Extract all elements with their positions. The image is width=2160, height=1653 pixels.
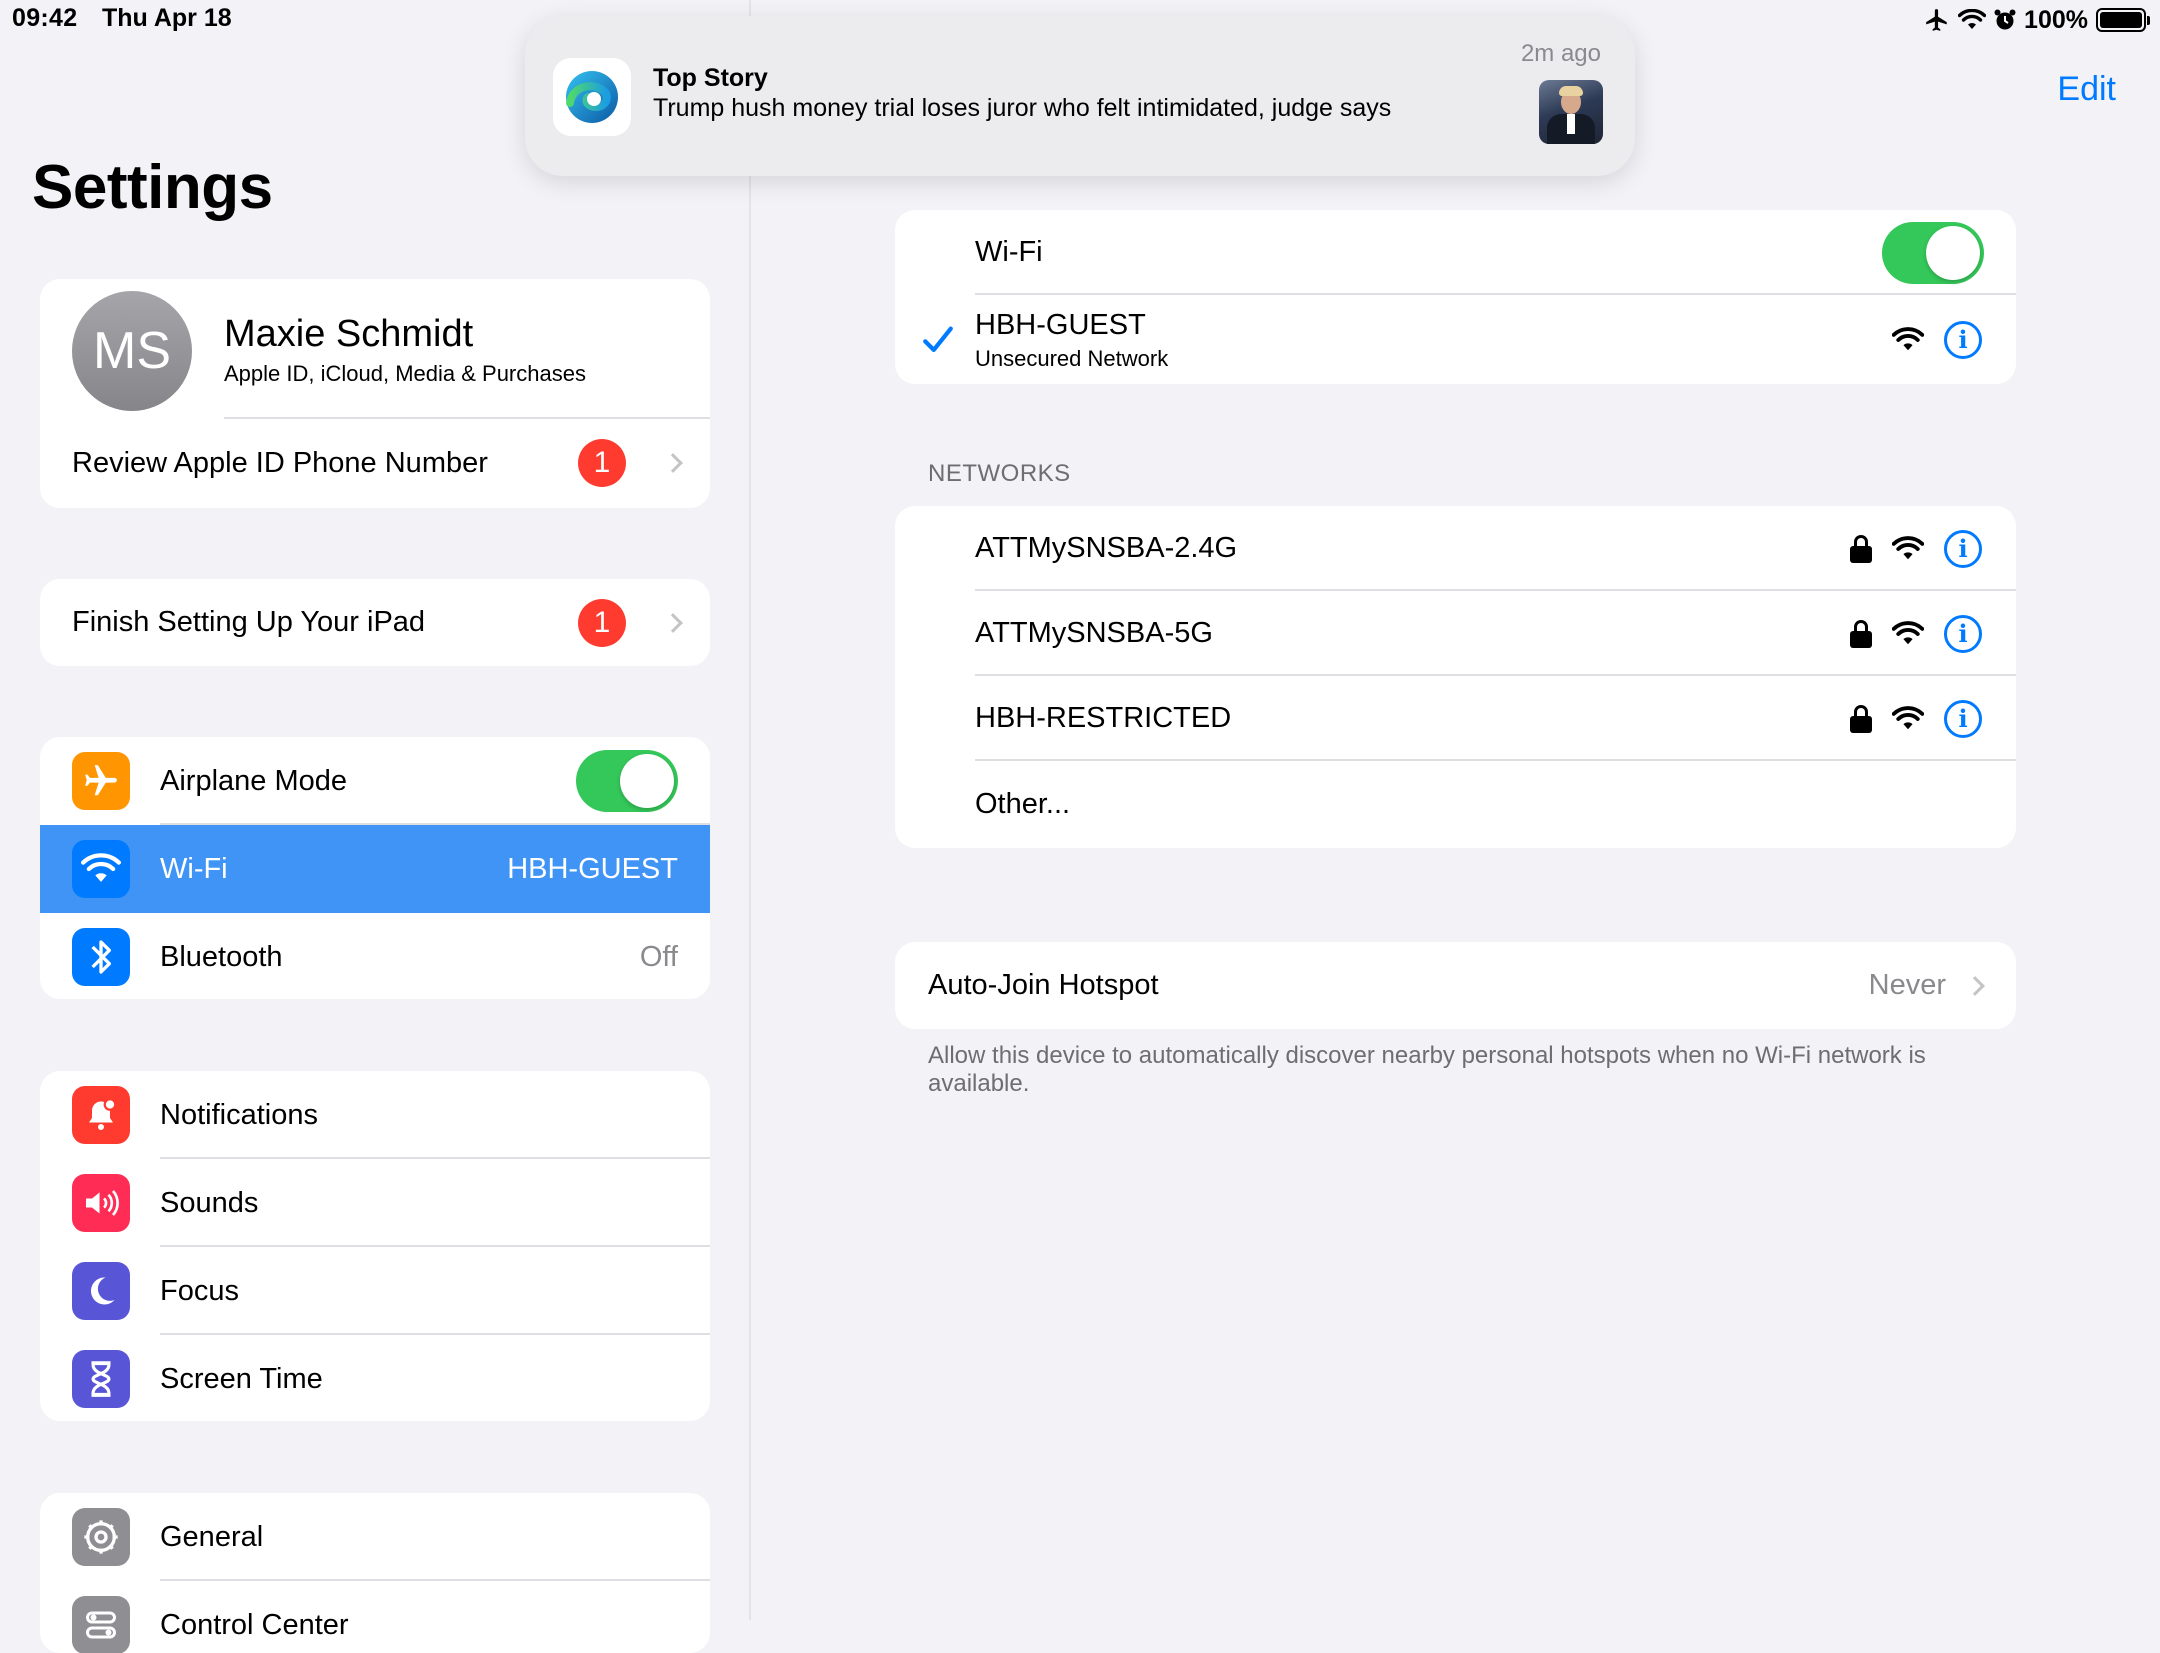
sidebar-item-label: Wi-Fi <box>160 852 228 885</box>
wifi-signal-icon <box>1892 326 1924 350</box>
lock-icon <box>1850 619 1872 648</box>
connected-network-name: HBH-GUEST <box>975 309 1146 341</box>
profile-group: MS Maxie Schmidt Apple ID, iCloud, Media… <box>40 279 710 508</box>
info-icon[interactable]: i <box>1944 699 1982 738</box>
review-label: Review Apple ID Phone Number <box>72 446 488 479</box>
lock-icon <box>1850 704 1872 733</box>
microsoft-edge-icon <box>553 58 631 136</box>
gear-icon <box>72 1508 130 1566</box>
status-date: Thu Apr 18 <box>102 4 232 32</box>
notification-thumbnail <box>1539 80 1603 144</box>
sidebar-item-screen-time[interactable]: Screen Time <box>40 1335 710 1421</box>
sidebar-item-label: General <box>160 1520 264 1553</box>
sidebar-item-label: Sounds <box>160 1186 259 1219</box>
split-divider <box>749 0 751 1620</box>
connected-network-row[interactable]: HBH-GUEST Unsecured Network i <box>895 295 2016 384</box>
networks-header: NETWORKS <box>928 460 1071 487</box>
hourglass-icon <box>72 1350 130 1408</box>
airplane-icon <box>72 752 130 810</box>
info-icon[interactable]: i <box>1944 320 1982 359</box>
sidebar-item-airplane-mode[interactable]: Airplane Mode <box>40 737 710 825</box>
network-name: ATTMySNSBA-5G <box>975 617 1213 649</box>
chevron-right-icon <box>663 453 683 473</box>
auto-join-hotspot-row[interactable]: Auto-Join Hotspot Never <box>895 942 2016 1029</box>
auto-join-label: Auto-Join Hotspot <box>928 969 1159 1001</box>
page-title: Settings <box>32 153 273 222</box>
profile-name: Maxie Schmidt <box>224 313 474 355</box>
other-network-row[interactable]: Other... <box>895 761 2016 848</box>
sidebar-item-focus[interactable]: Focus <box>40 1247 710 1335</box>
sidebar-item-general[interactable]: General <box>40 1493 710 1581</box>
finish-setup-row[interactable]: Finish Setting Up Your iPad 1 <box>40 579 710 666</box>
edit-button[interactable]: Edit <box>2057 70 2116 109</box>
lock-icon <box>1850 534 1872 563</box>
auto-join-value: Never <box>1868 969 1946 1001</box>
connectivity-group: Airplane Mode Wi-Fi HBH-GUEST Bluetooth … <box>40 737 710 999</box>
auto-join-group: Auto-Join Hotspot Never <box>895 942 2016 1029</box>
network-name: ATTMySNSBA-2.4G <box>975 532 1238 564</box>
avatar: MS <box>72 291 192 411</box>
wifi-toggle[interactable] <box>1882 221 1984 284</box>
wifi-signal-icon <box>1892 535 1924 559</box>
bell-icon <box>72 1086 130 1144</box>
sidebar-item-label: Control Center <box>160 1608 349 1641</box>
info-icon[interactable]: i <box>1944 614 1982 653</box>
apple-id-profile[interactable]: MS Maxie Schmidt Apple ID, iCloud, Media… <box>40 279 710 419</box>
network-row[interactable]: HBH-RESTRICTED i <box>895 676 2016 761</box>
battery-percent: 100% <box>2024 5 2088 34</box>
notification-body: Trump hush money trial loses juror who f… <box>653 94 1392 122</box>
sidebar-item-bluetooth[interactable]: Bluetooth Off <box>40 913 710 999</box>
wifi-toggle-group: Wi-Fi HBH-GUEST Unsecured Network i <box>895 210 2016 384</box>
sidebar-item-label: Airplane Mode <box>160 764 347 797</box>
auto-join-footer: Allow this device to automatically disco… <box>928 1042 1926 1097</box>
notification-badge: 1 <box>578 439 626 487</box>
sidebar-item-value: HBH-GUEST <box>507 852 678 885</box>
wifi-toggle-label: Wi-Fi <box>975 236 1043 268</box>
info-icon[interactable]: i <box>1944 529 1982 568</box>
alarm-status-icon <box>1994 9 2016 30</box>
networks-group: ATTMySNSBA-2.4G i ATTMySNSBA-5G i HBH-RE… <box>895 506 2016 848</box>
bluetooth-icon <box>72 928 130 986</box>
wifi-signal-icon <box>1892 620 1924 644</box>
sidebar-item-notifications[interactable]: Notifications <box>40 1071 710 1159</box>
system-group: General Control Center <box>40 1493 710 1653</box>
sidebar-item-label: Focus <box>160 1274 239 1307</box>
switches-icon <box>72 1596 130 1653</box>
status-icons: 100% <box>1924 4 2150 36</box>
profile-subtitle: Apple ID, iCloud, Media & Purchases <box>224 361 586 386</box>
wifi-status-icon <box>1958 9 1987 29</box>
status-time: 09:42 <box>12 4 78 32</box>
connected-network-subtitle: Unsecured Network <box>975 346 1169 371</box>
notification-banner[interactable]: Top Story Trump hush money trial loses j… <box>525 16 1635 176</box>
sidebar-item-label: Screen Time <box>160 1362 323 1395</box>
speaker-icon <box>72 1174 130 1232</box>
notification-time: 2m ago <box>1520 40 1601 67</box>
review-apple-id-row[interactable]: Review Apple ID Phone Number 1 <box>40 419 710 507</box>
setup-group: Finish Setting Up Your iPad 1 <box>40 579 710 666</box>
chevron-right-icon <box>663 612 683 633</box>
alerts-group: Notifications Sounds Focus Screen Time <box>40 1071 710 1421</box>
wifi-signal-icon <box>1892 705 1924 729</box>
chevron-right-icon <box>1965 975 1985 996</box>
sidebar-item-label: Notifications <box>160 1098 318 1131</box>
other-network-label: Other... <box>975 788 1071 820</box>
network-name: HBH-RESTRICTED <box>975 702 1232 734</box>
airplane-status-icon <box>1926 9 1947 31</box>
checkmark-icon <box>923 326 953 352</box>
sidebar-item-control-center[interactable]: Control Center <box>40 1581 710 1653</box>
wifi-toggle-row: Wi-Fi <box>895 210 2016 295</box>
notification-badge: 1 <box>578 598 626 647</box>
sidebar-item-wifi[interactable]: Wi-Fi HBH-GUEST <box>40 825 710 913</box>
sidebar-item-value: Off <box>639 940 678 973</box>
airplane-mode-toggle[interactable] <box>576 750 678 812</box>
sidebar-item-sounds[interactable]: Sounds <box>40 1159 710 1247</box>
network-row[interactable]: ATTMySNSBA-5G i <box>895 591 2016 676</box>
setup-label: Finish Setting Up Your iPad <box>72 606 426 638</box>
wifi-icon <box>72 840 130 898</box>
notification-title: Top Story <box>653 64 768 92</box>
network-row[interactable]: ATTMySNSBA-2.4G i <box>895 506 2016 591</box>
moon-icon <box>72 1262 130 1320</box>
sidebar-item-label: Bluetooth <box>160 940 283 973</box>
battery-icon <box>2096 8 2150 32</box>
